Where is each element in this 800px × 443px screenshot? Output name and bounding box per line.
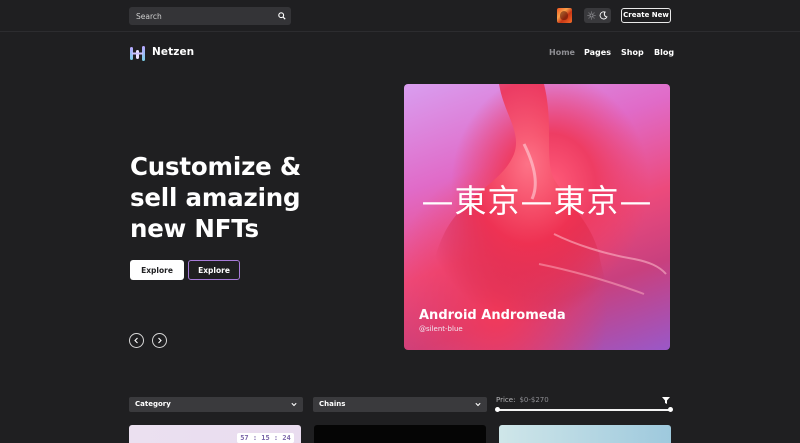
nav-pages[interactable]: Pages — [584, 48, 611, 57]
nft-card[interactable] — [499, 425, 671, 443]
filter-icon[interactable] — [662, 397, 670, 404]
chevron-down-icon — [475, 402, 481, 407]
chevron-right-icon — [158, 337, 162, 344]
card-title[interactable]: Android Andromeda — [419, 308, 566, 323]
price-range-value: $0-$270 — [519, 396, 549, 404]
carousel-prev-button[interactable] — [129, 333, 144, 348]
chevron-down-icon — [291, 402, 297, 407]
nav-home[interactable]: Home — [549, 48, 575, 57]
create-new-button[interactable]: Create New — [621, 8, 671, 23]
card-author[interactable]: @silent-blue — [419, 325, 463, 333]
card-overlay-text: —東京—東京— — [421, 182, 653, 220]
netzen-logo-icon[interactable] — [129, 45, 146, 62]
category-select[interactable]: Category — [129, 397, 303, 412]
price-filter-label: Price: $0-$270 — [496, 396, 549, 404]
explore-button-secondary[interactable]: Explore — [188, 260, 240, 280]
nft-card[interactable] — [314, 425, 486, 443]
price-max-handle[interactable] — [668, 407, 673, 412]
carousel-next-button[interactable] — [152, 333, 167, 348]
nav-shop[interactable]: Shop — [621, 48, 644, 57]
nav-blog[interactable]: Blog — [654, 48, 674, 57]
price-label: Price: — [496, 396, 516, 404]
search-box[interactable] — [129, 7, 291, 25]
chevron-left-icon — [134, 337, 138, 344]
hero-title: Customize & sell amazing new NFTs — [130, 152, 302, 243]
user-avatar[interactable] — [557, 8, 572, 23]
top-bar: Create New — [0, 0, 800, 32]
auction-countdown: 57 : 15 : 24 : 26 — [237, 433, 294, 443]
theme-toggle[interactable] — [584, 8, 611, 23]
chains-select[interactable]: Chains — [313, 397, 487, 412]
price-min-handle[interactable] — [495, 407, 500, 412]
brand-name[interactable]: Netzen — [152, 46, 194, 58]
explore-button-primary[interactable]: Explore — [130, 260, 184, 280]
search-input[interactable] — [129, 7, 269, 25]
search-icon[interactable] — [278, 12, 286, 20]
moon-icon[interactable] — [599, 11, 608, 20]
category-label: Category — [135, 400, 171, 408]
price-range-slider[interactable] — [497, 409, 671, 411]
featured-nft-card[interactable]: —東京—東京— Android Andromeda @silent-blue — [404, 84, 670, 350]
chains-label: Chains — [319, 400, 346, 408]
sun-icon[interactable] — [587, 11, 596, 20]
